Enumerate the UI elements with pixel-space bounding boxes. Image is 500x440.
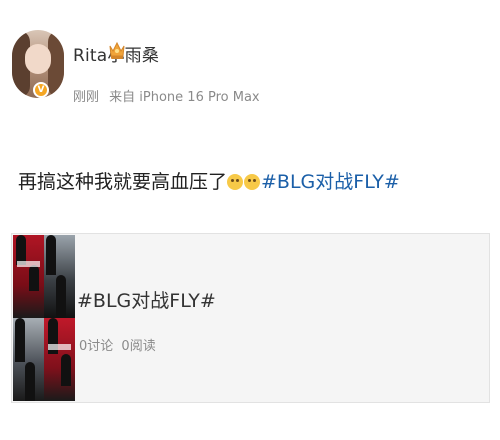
avatar-face — [25, 44, 51, 74]
thumbnail-figure — [25, 362, 35, 401]
thumbnail-figure — [61, 354, 71, 386]
topic-card[interactable]: #BLG对战FLY# 0讨论 0阅读 — [11, 233, 490, 403]
topic-card-title[interactable]: #BLG对战FLY# — [77, 286, 216, 313]
smile-emoji-icon — [227, 174, 244, 190]
post-source[interactable]: 来自 iPhone 16 Pro Max — [109, 90, 259, 105]
thumbnail-tile — [44, 235, 75, 318]
thumbnail-figure — [48, 318, 58, 354]
crown-icon — [109, 41, 125, 59]
topic-card-stats: 0讨论 0阅读 — [79, 335, 160, 354]
discussion-count: 0讨论 — [79, 339, 114, 354]
thumbnail-figure — [56, 275, 66, 318]
thumbnail-figure — [16, 235, 26, 265]
thumbnail-tile — [13, 235, 44, 318]
post-content: 再搞这种我就要高血压了 #BLG对战FLY# — [18, 170, 400, 194]
thumbnail-tile — [13, 318, 44, 401]
post-text: 再搞这种我就要高血压了 — [18, 171, 228, 193]
post-time: 刚刚 — [73, 90, 100, 105]
thumbnail-figure — [29, 265, 39, 291]
thumbnail-figure — [15, 318, 25, 362]
verified-badge-icon: V — [33, 82, 49, 98]
thumbnail-figure — [46, 235, 56, 275]
read-count: 0阅读 — [121, 339, 156, 354]
weibo-post: V Rita小雨桑 刚刚 来自 iPhone 16 Pro Max 再搞这种我就… — [0, 0, 500, 440]
hashtag-link[interactable]: #BLG对战FLY# — [261, 171, 400, 193]
thumbnail-tile — [44, 318, 75, 401]
smile-emoji-icon — [244, 174, 261, 190]
post-meta: 刚刚 来自 iPhone 16 Pro Max — [73, 86, 266, 105]
topic-thumbnail — [13, 235, 75, 401]
